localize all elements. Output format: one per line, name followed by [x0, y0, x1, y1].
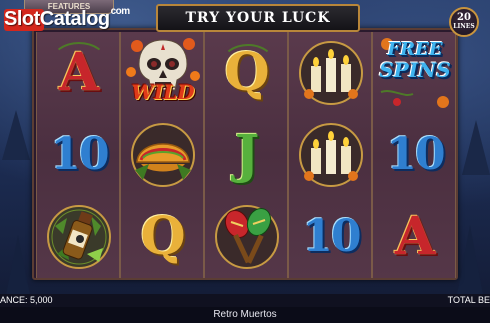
- symbol-candles: [289, 32, 373, 114]
- reel-2: WILD Q: [120, 32, 204, 278]
- symbol-ten: 10: [373, 114, 457, 196]
- symbol-tequila: [37, 196, 121, 278]
- reel-1: A 10: [36, 32, 120, 278]
- game-name: Retro Muertos: [0, 307, 490, 323]
- lines-label: LINES: [453, 23, 475, 30]
- reel-area: A 10 WILD Q Q J 10 FREE SPINS 10 A: [32, 28, 458, 280]
- try-your-luck-banner: TRY YOUR LUCK: [156, 4, 360, 32]
- letter-ten: 10: [50, 129, 109, 180]
- letter-ten: 10: [302, 211, 361, 262]
- reel-3: Q J: [204, 32, 288, 278]
- logo-part-catalog: Catalog: [39, 8, 110, 30]
- symbol-j: J: [205, 114, 289, 196]
- total-bet-readout: TOTAL BE: [447, 295, 490, 305]
- symbol-a: A: [37, 32, 121, 114]
- symbol-skull-wild: WILD: [121, 32, 205, 114]
- letter-j: J: [234, 124, 260, 185]
- symbol-ten: 10: [37, 114, 121, 196]
- symbol-free-spins: FREE SPINS: [373, 32, 457, 114]
- game-scene: A 10 WILD Q Q J 10 FREE SPINS 10 A FEATU…: [0, 0, 490, 294]
- wild-label: WILD: [131, 80, 195, 104]
- logo-part-slot: Slot: [4, 8, 40, 30]
- symbol-ten: 10: [289, 196, 373, 278]
- background-tree: [2, 110, 30, 160]
- letter-q: Q: [140, 206, 186, 267]
- letter-a: A: [394, 206, 436, 267]
- background-tree: [4, 235, 32, 294]
- slotcatalog-logo: SlotCatalogcom: [4, 6, 131, 31]
- letter-a: A: [58, 42, 100, 103]
- balance-readout: ANCE: 5,000: [0, 295, 53, 305]
- symbol-candles: [289, 114, 373, 196]
- reel-5: FREE SPINS 10 A: [372, 32, 456, 278]
- status-bar: ANCE: 5,000 TOTAL BE: [0, 294, 490, 307]
- free-spins-line2: SPINS: [379, 58, 451, 82]
- free-spins-label: FREE SPINS: [377, 39, 453, 82]
- lines-number: 20: [457, 12, 471, 23]
- logo-part-com: com: [110, 6, 131, 17]
- letter-ten: 10: [386, 129, 445, 180]
- symbol-q: Q: [205, 32, 289, 114]
- lines-badge: 20 LINES: [449, 7, 479, 37]
- reel-4: 10: [288, 32, 372, 278]
- symbol-taco: [121, 114, 205, 196]
- free-spins-line1: FREE: [387, 39, 443, 60]
- background-tree: [462, 120, 490, 175]
- symbol-a: A: [373, 196, 457, 278]
- background-tree: [456, 225, 484, 294]
- letter-q: Q: [224, 42, 270, 103]
- symbol-q: Q: [121, 196, 205, 278]
- symbol-maracas: [205, 196, 289, 278]
